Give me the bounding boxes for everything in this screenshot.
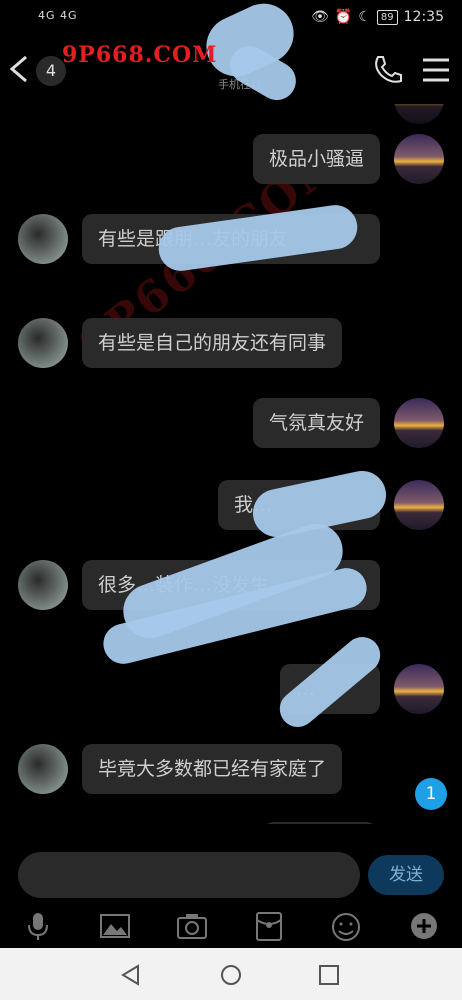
message-bubble[interactable]: 气氛真友好 (252, 398, 380, 448)
avatar[interactable] (18, 318, 68, 368)
message-bubble-partial (262, 822, 378, 824)
back-arrow-icon[interactable] (6, 54, 32, 84)
menu-icon[interactable] (420, 56, 452, 84)
avatar[interactable] (18, 744, 68, 794)
clock-time: 12:35 (403, 9, 444, 25)
emoji-icon[interactable] (330, 910, 362, 942)
back-triangle-icon[interactable] (120, 964, 142, 986)
message-list[interactable]: 极品小骚逼 有些是跟朋…友的朋友 有些是自己的朋友还有同事 气氛真友好 我… 很… (0, 104, 462, 824)
avatar[interactable] (18, 560, 68, 610)
message-bubble[interactable]: 有些是自己的朋友还有同事 (82, 318, 343, 368)
avatar[interactable] (394, 398, 444, 448)
phone-icon[interactable] (372, 54, 402, 84)
home-circle-icon[interactable] (220, 964, 242, 986)
input-toolbar (0, 906, 462, 948)
avatar[interactable] (394, 480, 444, 530)
eye-icon: 👁 (311, 9, 329, 25)
site-watermark: 9P668.COM (62, 42, 218, 68)
system-nav-bar (0, 948, 462, 1000)
image-icon[interactable] (99, 910, 131, 942)
moon-icon: ☾ (358, 9, 371, 25)
avatar[interactable] (394, 664, 444, 714)
avatar[interactable] (394, 134, 444, 184)
avatar[interactable] (18, 214, 68, 264)
status-right-group: 👁 ⏰ ☾ 89 12:35 (311, 9, 444, 25)
message-bubble[interactable]: 毕竟大多数都已经有家庭了 (82, 744, 343, 794)
battery-indicator: 89 (376, 9, 398, 25)
mic-icon[interactable] (22, 910, 54, 942)
plus-icon[interactable] (408, 910, 440, 942)
camera-icon[interactable] (176, 910, 208, 942)
red-packet-icon[interactable] (253, 910, 285, 942)
avatar[interactable] (394, 104, 444, 124)
alarm-icon: ⏰ (334, 9, 353, 25)
message-bubble[interactable]: 极品小骚逼 (252, 134, 380, 184)
message-input[interactable] (18, 852, 360, 898)
network-indicator: 4G 4G (38, 9, 78, 22)
new-message-badge[interactable]: 1 (415, 778, 447, 810)
recents-square-icon[interactable] (318, 964, 340, 986)
send-button[interactable]: 发送 (368, 855, 444, 895)
